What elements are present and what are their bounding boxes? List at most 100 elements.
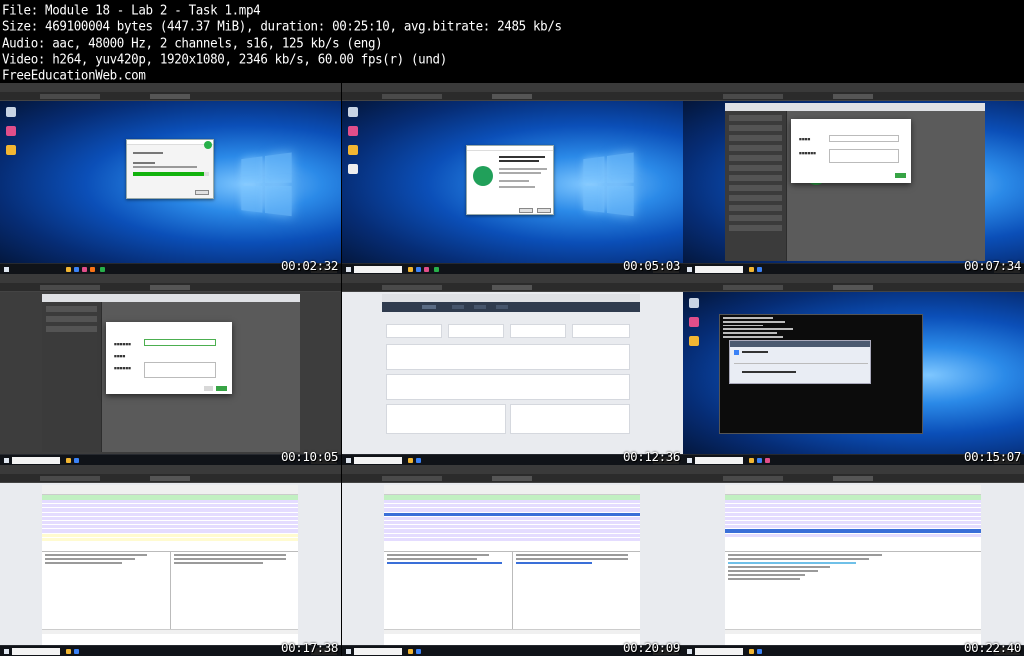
- rdp-title-bar: [342, 465, 683, 474]
- create-network-modal: ■■■■ ■■■■■■: [791, 119, 911, 183]
- thumbnail-8[interactable]: 00:20:09: [342, 465, 683, 656]
- thumbnail-3[interactable]: ■■■■ ■■■■■■ 00:07:34: [683, 83, 1024, 274]
- browser-desktop: ■■■■■■ ■■■■ ■■■■■■: [0, 292, 341, 465]
- thumbnail-6[interactable]: 00:15:07: [683, 274, 1024, 465]
- device-name-input[interactable]: [144, 339, 216, 346]
- installer-dialog: [126, 139, 214, 199]
- rdp-toolbar: [342, 283, 683, 292]
- wireshark-menu-bar: [42, 485, 298, 495]
- rdp-title-bar: [683, 274, 1024, 283]
- windows-desktop: ■■■■ ■■■■■■: [683, 101, 1024, 274]
- file-info-header: File: Module 18 - Lab 2 - Task 1.mp4 Siz…: [2, 2, 702, 83]
- create-button[interactable]: [895, 173, 906, 178]
- file-size-line: Size: 469100004 bytes (447.37 MiB), dura…: [2, 18, 562, 35]
- thumbnail-7[interactable]: 00:17:38: [0, 465, 341, 656]
- rdp-window: [683, 274, 1024, 465]
- rdp-title-bar: [683, 83, 1024, 92]
- wireshark-app: [725, 485, 981, 645]
- rdp-window: [0, 465, 341, 656]
- windows-logo-icon: [241, 152, 295, 220]
- watermark-line: FreeEducationWeb.com: [2, 67, 146, 83]
- description-input[interactable]: [829, 149, 899, 163]
- rdp-title-bar: [342, 83, 683, 92]
- packet-bytes-pane: [170, 551, 298, 629]
- status-bar: [42, 629, 298, 634]
- packet-details-pane: [42, 551, 170, 629]
- browser-window: ■■■■■■ ■■■■ ■■■■■■: [42, 294, 300, 452]
- chrome-icon: [689, 336, 699, 346]
- whatsapp-icon: [204, 141, 212, 149]
- notification-panel: [729, 340, 871, 384]
- chrome-icon: [6, 145, 16, 155]
- thumbnail-9[interactable]: 00:22:40: [683, 465, 1024, 656]
- back-button[interactable]: [519, 208, 533, 213]
- status-bar: [384, 629, 640, 634]
- iot-dashboard: [342, 292, 683, 465]
- rdp-title-bar: [0, 274, 341, 283]
- rdp-window: [342, 83, 683, 274]
- description-input[interactable]: [144, 362, 216, 378]
- recent-events-card: [386, 344, 630, 370]
- rdp-window: [342, 274, 683, 465]
- packet-list[interactable]: [384, 500, 640, 550]
- rdp-window: ■■■■■■ ■■■■ ■■■■■■: [0, 274, 341, 465]
- rdp-toolbar: [0, 283, 341, 292]
- events-card: [510, 324, 566, 338]
- cancel-button[interactable]: [204, 386, 213, 391]
- chrome-icon: [348, 145, 358, 155]
- rdp-toolbar: [342, 474, 683, 483]
- dialog-button[interactable]: [195, 190, 209, 195]
- rdp-toolbar: [683, 283, 1024, 292]
- timestamp: 00:20:09: [622, 640, 680, 655]
- rdp-toolbar: [683, 474, 1024, 483]
- browser-window: ■■■■ ■■■■■■: [725, 103, 985, 261]
- thumbnail-4[interactable]: ■■■■■■ ■■■■ ■■■■■■ 00:10:05: [0, 274, 341, 465]
- thumbnail-grid: 00:02:32 00:05:03 ■■■■ ■■■■■■ 00:07:34 ■…: [0, 83, 1024, 656]
- timestamp: 00:07:34: [963, 258, 1021, 273]
- thumbnail-1[interactable]: 00:02:32: [0, 83, 341, 274]
- app-icon: [689, 317, 699, 327]
- desktop-icons: [6, 107, 20, 164]
- packet-bytes-pane: [512, 551, 640, 629]
- browser-window: [382, 294, 640, 452]
- iot-sidebar: [42, 302, 102, 452]
- setup-wizard-dialog: [466, 145, 554, 215]
- create-device-modal: ■■■■■■ ■■■■ ■■■■■■: [106, 322, 232, 394]
- windows-desktop: [0, 101, 341, 274]
- status-bar: [725, 629, 981, 634]
- wireshark-window: [683, 483, 1024, 656]
- rdp-toolbar: [342, 92, 683, 101]
- recent-disconnections-card: [510, 404, 630, 434]
- globe-icon: [473, 166, 493, 186]
- install-progress-bar: [133, 172, 209, 176]
- wireshark-menu-bar: [384, 485, 640, 495]
- windows-desktop: [683, 292, 1024, 465]
- finish-button[interactable]: [537, 208, 551, 213]
- timestamp: 00:10:05: [280, 449, 338, 464]
- thumbnail-5[interactable]: 00:12:36: [342, 274, 683, 465]
- wireshark-window: [0, 483, 341, 656]
- dashboard-nav: [382, 302, 640, 312]
- rdp-title-bar: [0, 83, 341, 92]
- timestamp: 00:15:07: [963, 449, 1021, 464]
- rdp-toolbar: [683, 92, 1024, 101]
- rdp-toolbar: [0, 92, 341, 101]
- packet-details-pane: [384, 551, 512, 629]
- network-icon: [734, 350, 739, 355]
- packet-list[interactable]: [725, 500, 981, 550]
- packet-list[interactable]: [42, 500, 298, 550]
- create-button[interactable]: [216, 386, 227, 391]
- file-icon: [348, 164, 358, 174]
- timestamp: 00:02:32: [280, 258, 338, 273]
- rdp-title-bar: [342, 274, 683, 283]
- app-icon: [6, 126, 16, 136]
- thumbnail-2[interactable]: 00:05:03: [342, 83, 683, 274]
- file-name-line: File: Module 18 - Lab 2 - Task 1.mp4: [2, 2, 261, 18]
- desktop-icons: [689, 298, 703, 355]
- rdp-title-bar: [683, 465, 1024, 474]
- timestamp: 00:22:40: [963, 640, 1021, 655]
- rdp-title-bar: [0, 465, 341, 474]
- rdp-window: [683, 465, 1024, 656]
- network-name-input[interactable]: [829, 135, 899, 142]
- commands-card: [572, 324, 630, 338]
